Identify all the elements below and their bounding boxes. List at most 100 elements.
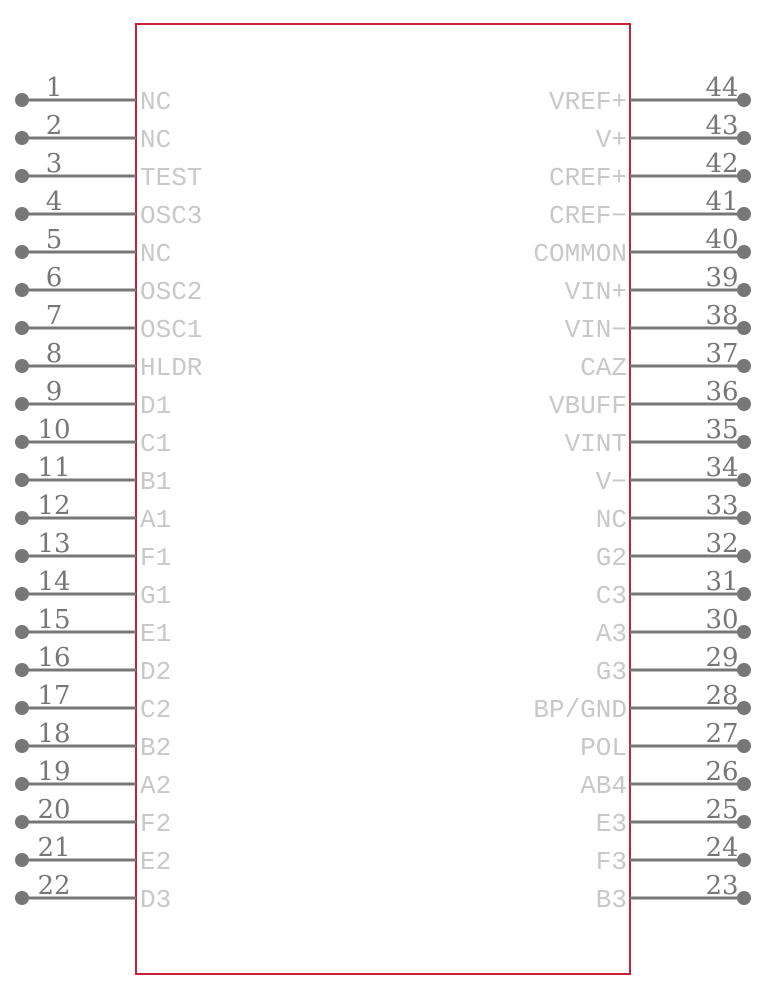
pin-endpoint-dot[interactable] (737, 777, 751, 791)
pin-6[interactable]: 6 OSC2 (15, 263, 202, 307)
pin-number: 41 (705, 187, 738, 217)
pin-endpoint-dot[interactable] (15, 739, 29, 753)
pin-number: 17 (37, 681, 70, 711)
pin-endpoint-dot[interactable] (737, 891, 751, 905)
pin-5[interactable]: 5 NC (15, 225, 171, 269)
pin-number: 25 (705, 795, 738, 825)
right-pin-group: 44 VREF+ 43 V+ 42 CREF+ 41 CREF− 40 COMMON 39 VIN+ 3… (533, 73, 751, 915)
pin-endpoint-dot[interactable] (15, 321, 29, 335)
pin-endpoint-dot[interactable] (737, 435, 751, 449)
pin-endpoint-dot[interactable] (15, 625, 29, 639)
pin-number: 1 (46, 73, 63, 103)
pin-name: COMMON (533, 239, 627, 269)
pin-name: NC (140, 239, 171, 269)
pin-name: C3 (596, 581, 627, 611)
pin-endpoint-dot[interactable] (15, 169, 29, 183)
pin-endpoint-dot[interactable] (15, 435, 29, 449)
pin-number: 14 (37, 567, 70, 597)
pin-4[interactable]: 4 OSC3 (15, 187, 202, 231)
pin-number: 26 (705, 757, 738, 787)
pin-number: 4 (46, 187, 63, 217)
pin-endpoint-dot[interactable] (15, 473, 29, 487)
pin-number: 13 (37, 529, 70, 559)
pin-endpoint-dot[interactable] (15, 359, 29, 373)
pin-name: E1 (140, 619, 171, 649)
pin-endpoint-dot[interactable] (15, 663, 29, 677)
pin-endpoint-dot[interactable] (737, 511, 751, 525)
pin-endpoint-dot[interactable] (15, 131, 29, 145)
pin-name: POL (580, 733, 627, 763)
pin-endpoint-dot[interactable] (737, 853, 751, 867)
pin-endpoint-dot[interactable] (15, 511, 29, 525)
pin-number: 2 (46, 111, 63, 141)
pin-endpoint-dot[interactable] (15, 891, 29, 905)
pin-endpoint-dot[interactable] (737, 93, 751, 107)
pin-endpoint-dot[interactable] (15, 701, 29, 715)
pin-endpoint-dot[interactable] (737, 397, 751, 411)
pin-name: VIN− (565, 315, 627, 345)
pin-endpoint-dot[interactable] (737, 131, 751, 145)
pin-endpoint-dot[interactable] (737, 587, 751, 601)
pin-number: 38 (705, 301, 738, 331)
pin-number: 39 (705, 263, 738, 293)
pin-endpoint-dot[interactable] (15, 587, 29, 601)
pin-name: TEST (140, 163, 202, 193)
pin-name: G2 (596, 543, 627, 573)
pin-8[interactable]: 8 HLDR (15, 339, 202, 383)
pin-number: 34 (705, 453, 738, 483)
pin-name: NC (596, 505, 627, 535)
pin-1[interactable]: 1 NC (15, 73, 171, 117)
pin-22[interactable]: 22 D3 (15, 871, 171, 915)
pin-endpoint-dot[interactable] (15, 207, 29, 221)
pin-number: 11 (37, 453, 70, 483)
pin-name: F3 (596, 847, 627, 877)
pin-number: 16 (37, 643, 70, 673)
pin-name: D3 (140, 885, 171, 915)
pin-number: 27 (705, 719, 738, 749)
pin-endpoint-dot[interactable] (15, 777, 29, 791)
pin-name: CAZ (580, 353, 627, 383)
pin-endpoint-dot[interactable] (15, 853, 29, 867)
pin-name: VINT (565, 429, 627, 459)
pin-endpoint-dot[interactable] (737, 169, 751, 183)
pin-number: 23 (705, 871, 738, 901)
pin-endpoint-dot[interactable] (737, 473, 751, 487)
pin-name: B3 (596, 885, 627, 915)
pin-7[interactable]: 7 OSC1 (15, 301, 202, 345)
pin-number: 12 (37, 491, 70, 521)
pin-endpoint-dot[interactable] (737, 321, 751, 335)
pin-endpoint-dot[interactable] (737, 739, 751, 753)
pin-name: OSC2 (140, 277, 202, 307)
pin-number: 7 (46, 301, 63, 331)
pin-name: OSC1 (140, 315, 202, 345)
pin-endpoint-dot[interactable] (737, 701, 751, 715)
pin-endpoint-dot[interactable] (15, 397, 29, 411)
pin-number: 6 (46, 263, 63, 293)
pin-endpoint-dot[interactable] (737, 815, 751, 829)
pin-number: 36 (705, 377, 738, 407)
pin-name: G1 (140, 581, 171, 611)
pin-endpoint-dot[interactable] (15, 245, 29, 259)
pin-endpoint-dot[interactable] (737, 359, 751, 373)
pin-endpoint-dot[interactable] (737, 283, 751, 297)
pin-endpoint-dot[interactable] (737, 663, 751, 677)
pin-name: A2 (140, 771, 171, 801)
pin-name: NC (140, 87, 171, 117)
pin-2[interactable]: 2 NC (15, 111, 171, 155)
pin-name: HLDR (140, 353, 202, 383)
pin-endpoint-dot[interactable] (15, 283, 29, 297)
pin-number: 31 (705, 567, 738, 597)
pin-endpoint-dot[interactable] (15, 93, 29, 107)
pin-endpoint-dot[interactable] (737, 207, 751, 221)
pin-endpoint-dot[interactable] (15, 549, 29, 563)
pin-endpoint-dot[interactable] (737, 625, 751, 639)
pin-3[interactable]: 3 TEST (15, 149, 202, 193)
pin-endpoint-dot[interactable] (737, 549, 751, 563)
pin-endpoint-dot[interactable] (737, 245, 751, 259)
pin-23[interactable]: 23 B3 (596, 871, 751, 915)
pin-number: 18 (37, 719, 70, 749)
pin-number: 9 (46, 377, 63, 407)
pin-name: CREF− (549, 201, 627, 231)
pin-endpoint-dot[interactable] (15, 815, 29, 829)
pin-number: 22 (37, 871, 70, 901)
